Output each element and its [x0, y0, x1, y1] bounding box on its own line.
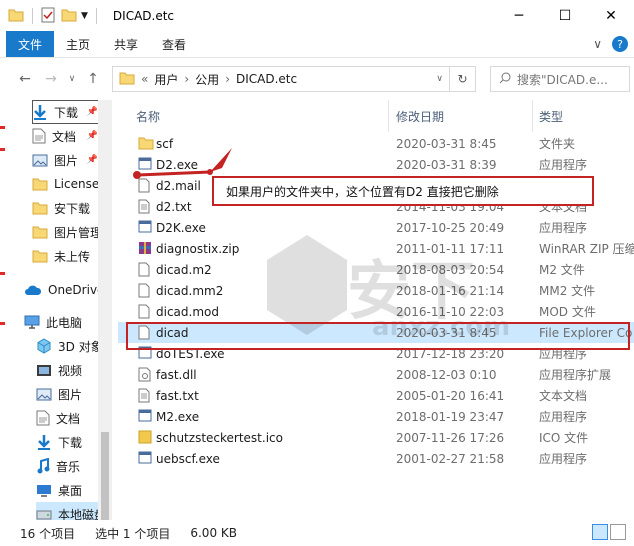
details-view-button[interactable] [592, 524, 608, 540]
item-count: 16 个项目 [20, 526, 76, 541]
selection-size: 6.00 KB [190, 526, 237, 540]
highlight-box [126, 322, 630, 350]
annotation-callout: 如果用户的文件夹中，这个位置有D2 直接把它删除 [212, 176, 594, 206]
status-bar: 16 个项目 选中 1 个项目 6.00 KB [0, 520, 634, 546]
selection-count: 选中 1 个项目 [95, 526, 171, 541]
large-icons-view-button[interactable] [610, 524, 626, 540]
annotation-arrow [133, 148, 232, 179]
annotation-text: 如果用户的文件夹中，这个位置有D2 直接把它删除 [226, 184, 499, 199]
